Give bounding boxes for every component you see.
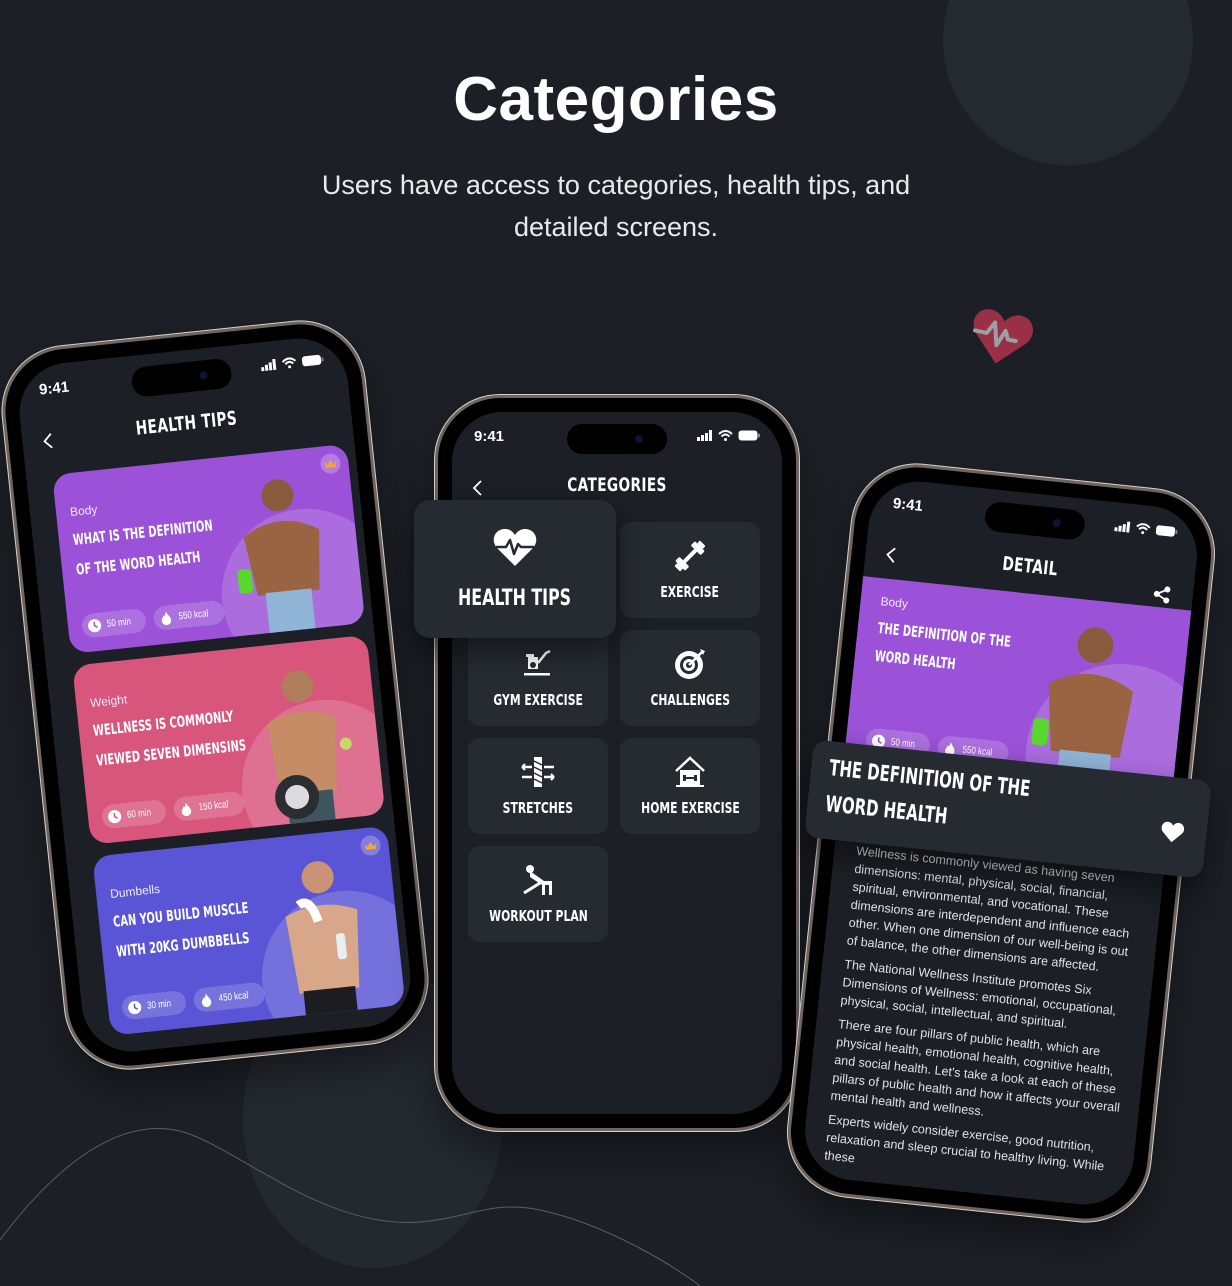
duration-chip: 30 min: [120, 989, 188, 1021]
tip-card[interactable]: Dumbells CAN YOU BUILD MUSCLE WITH 20KG …: [92, 825, 406, 1036]
heart-pulse-icon: [973, 309, 1033, 364]
status-icons: [1114, 520, 1178, 538]
status-icons: [260, 354, 324, 372]
category-label: HOME EXERCISE: [640, 799, 740, 817]
exercise-bike-icon: [524, 649, 551, 676]
flame-icon: [161, 611, 172, 625]
wifi-icon: [1136, 523, 1151, 535]
tip-card[interactable]: Weight WELLNESS IS COMMONLY VIEWED SEVEN…: [72, 634, 386, 845]
dumbbell-icon: [674, 540, 706, 572]
category-label: CHALLENGES: [650, 691, 730, 709]
card-category: Dumbells: [109, 881, 161, 902]
target-icon: [675, 649, 705, 679]
duration-chip: 50 min: [80, 607, 148, 639]
duration-chip: 60 min: [100, 798, 168, 830]
card-stats: 60 min 150 kcal: [100, 790, 246, 830]
category-workout-plan[interactable]: WORKOUT PLAN: [468, 846, 608, 942]
detail-category: Body: [879, 594, 909, 611]
category-challenges[interactable]: CHALLENGES: [620, 630, 760, 726]
calories-chip: 150 kcal: [172, 790, 246, 822]
card-stats: 30 min 450 kcal: [120, 981, 266, 1021]
screen-title: HEALTH TIPS: [134, 407, 239, 440]
page-title: Categories: [453, 65, 779, 134]
card-stats: 50 min 550 kcal: [80, 599, 226, 639]
bench-press-icon: [523, 865, 552, 895]
category-label: WORKOUT PLAN: [488, 907, 588, 925]
flame-icon: [201, 993, 212, 1007]
category-health-tips-featured[interactable]: HEALTH TIPS: [414, 500, 616, 638]
back-button[interactable]: [470, 478, 486, 498]
category-gym-exercise[interactable]: GYM EXERCISE: [468, 630, 608, 726]
crown-icon: [324, 459, 337, 469]
calories-chip: 550 kcal: [152, 599, 226, 631]
card-category: Weight: [89, 692, 128, 711]
status-time: 9:41: [474, 428, 505, 445]
clock-icon: [87, 618, 102, 632]
dynamic-island: [130, 357, 233, 398]
status-icons: [697, 430, 760, 441]
stretch-icon: [521, 757, 555, 787]
dynamic-island: [567, 424, 667, 454]
tip-card[interactable]: Body WHAT IS THE DEFINITION OF THE WORD …: [52, 443, 366, 654]
crown-icon: [364, 841, 377, 851]
heart-pulse-icon: [493, 528, 537, 566]
signal-icon: [261, 358, 277, 372]
flame-icon: [181, 802, 192, 816]
category-home-exercise[interactable]: HOME EXERCISE: [620, 738, 760, 834]
category-label: STRETCHES: [502, 799, 574, 817]
wifi-icon: [281, 357, 297, 369]
calories-value: 550 kcal: [178, 607, 209, 622]
home-workout-icon: [675, 756, 705, 787]
calories-value: 450 kcal: [218, 989, 249, 1004]
clock-icon: [128, 1000, 142, 1014]
health-tips-screen: 9:41 HEALTH TIPS Body WHAT IS THE DEFINI…: [14, 333, 416, 1057]
category-stretches[interactable]: STRETCHES: [468, 738, 608, 834]
calories-value: 150 kcal: [198, 798, 229, 813]
category-exercise[interactable]: EXERCISE: [620, 522, 760, 618]
back-button[interactable]: [40, 430, 58, 452]
phone-health-tips: 9:41 HEALTH TIPS Body WHAT IS THE DEFINI…: [0, 318, 431, 1072]
status-time: 9:41: [38, 378, 70, 399]
clock-icon: [108, 809, 122, 823]
battery-icon: [301, 354, 324, 367]
duration-value: 30 min: [146, 997, 172, 1012]
back-button[interactable]: [883, 544, 901, 566]
detail-card-headline: THE DEFINITION OF THE WORD HEALTH: [824, 756, 1032, 830]
dynamic-island: [983, 500, 1087, 541]
screen-title: DETAIL: [1001, 552, 1059, 581]
signal-icon: [697, 430, 712, 441]
share-button[interactable]: [1152, 585, 1172, 605]
category-label: EXERCISE: [660, 583, 720, 601]
page-subtitle: Users have access to categories, health …: [321, 170, 911, 242]
signal-icon: [1114, 521, 1131, 533]
detail-article: Wellness is commonly viewed as having se…: [823, 842, 1146, 1201]
category-label: HEALTH TIPS: [458, 585, 572, 611]
battery-icon: [738, 430, 760, 441]
duration-value: 60 min: [126, 806, 152, 821]
screen-title: CATEGORIES: [567, 474, 667, 496]
status-time: 9:41: [892, 494, 924, 515]
calories-chip: 450 kcal: [192, 981, 266, 1013]
favorite-button[interactable]: [1159, 820, 1185, 844]
category-label: GYM EXERCISE: [493, 691, 583, 709]
duration-value: 50 min: [106, 615, 132, 630]
card-category: Body: [69, 502, 99, 520]
wifi-icon: [718, 430, 733, 441]
battery-icon: [1155, 525, 1178, 537]
